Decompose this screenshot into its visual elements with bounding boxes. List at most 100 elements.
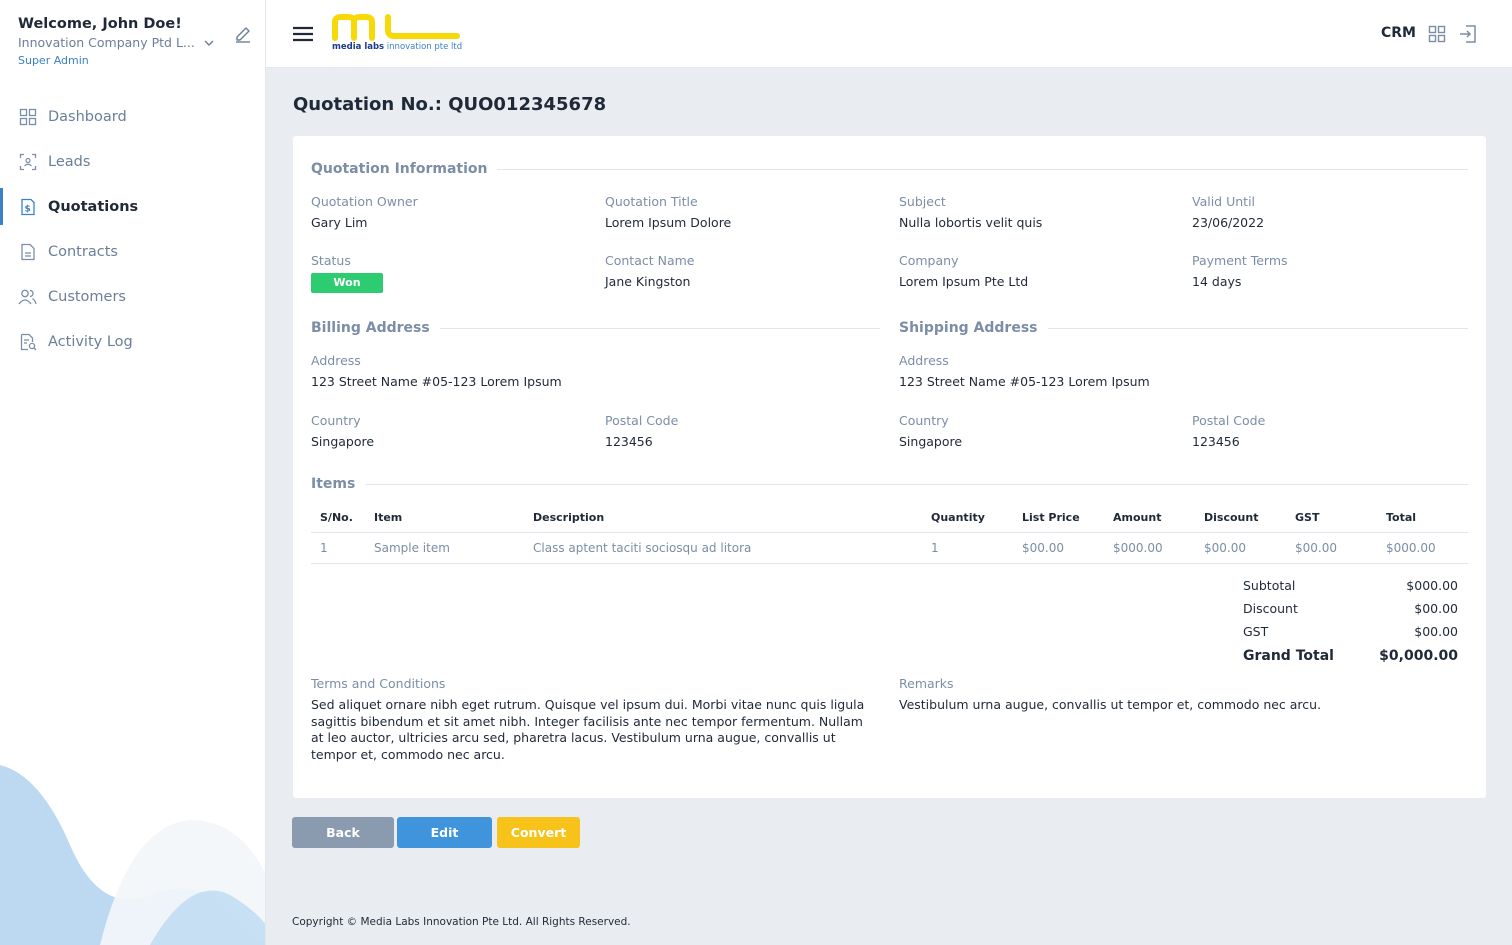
- back-button[interactable]: Back: [292, 817, 394, 848]
- customers-icon: [18, 287, 37, 306]
- field-value: Lorem Ipsum Dolore: [605, 215, 732, 230]
- sidebar-item-activity-log[interactable]: Activity Log: [0, 319, 265, 364]
- gst-label: GST: [1243, 624, 1269, 639]
- column-header: Discount: [1195, 504, 1286, 533]
- field-label: Valid Until: [1192, 194, 1256, 209]
- field-label: Address: [899, 353, 949, 368]
- company-name: Innovation Company Ptd L...: [18, 35, 195, 50]
- column-header: Total: [1377, 504, 1468, 533]
- cell-sno: 1: [311, 532, 365, 564]
- field-value: 123456: [1192, 434, 1240, 449]
- subtotal-label: Subtotal: [1243, 578, 1296, 593]
- terms-text: Sed aliquet ornare nibh eget rutrum. Qui…: [311, 697, 865, 762]
- field-label: Subject: [899, 194, 946, 209]
- remarks-text: Vestibulum urna augue, convallis ut temp…: [899, 697, 1322, 712]
- discount-row: Discount $00.00: [1243, 597, 1458, 620]
- grand-total-row: Grand Total $0,000.00: [1243, 644, 1458, 667]
- terms-and-conditions: Terms and Conditions Sed aliquet ornare …: [311, 676, 879, 763]
- field-label: Terms and Conditions: [311, 676, 446, 691]
- cell-discount: $00.00: [1195, 532, 1286, 564]
- cell-quantity: 1: [922, 532, 1013, 564]
- sidebar-item-dashboard[interactable]: Dashboard: [0, 94, 265, 139]
- field-billing-postal-code: Postal Code 123456: [605, 413, 678, 449]
- user-block: Welcome, John Doe! Innovation Company Pt…: [18, 16, 253, 67]
- field-payment-terms: Payment Terms 14 days: [1192, 253, 1288, 289]
- sidebar-item-label: Activity Log: [48, 333, 133, 350]
- field-label: Contact Name: [605, 253, 695, 268]
- sidebar-item-label: Customers: [48, 288, 126, 305]
- status-badge: Won: [311, 273, 383, 293]
- gst-value: $00.00: [1414, 624, 1458, 639]
- section-items: Items: [311, 476, 1468, 492]
- quotations-icon: $: [18, 197, 37, 216]
- section-shipping-address: Shipping Address: [899, 320, 1468, 336]
- field-shipping-address: Address 123 Street Name #05-123 Lorem Ip…: [899, 353, 1150, 389]
- logo-text: media labs innovation pte ltd: [332, 42, 462, 52]
- field-shipping-country: Country Singapore: [899, 413, 962, 449]
- activity-log-icon: [18, 332, 37, 351]
- logo-mark: [332, 14, 460, 41]
- quotation-detail-card: Quotation Information Quotation Owner Ga…: [293, 136, 1486, 798]
- field-label: Payment Terms: [1192, 253, 1288, 268]
- section-title-text: Quotation Information: [311, 161, 488, 177]
- sidebar-item-customers[interactable]: Customers: [0, 274, 265, 319]
- crm-label[interactable]: CRM: [1381, 25, 1416, 41]
- field-label: Country: [311, 413, 361, 428]
- column-header: GST: [1286, 504, 1377, 533]
- convert-button[interactable]: Convert: [497, 817, 580, 848]
- page-title: Quotation No.: QUO012345678: [293, 94, 607, 115]
- cell-list-price: $00.00: [1013, 532, 1104, 564]
- company-switcher[interactable]: Innovation Company Ptd L...: [18, 35, 253, 50]
- subtotal-value: $000.00: [1406, 578, 1458, 593]
- brand-logo[interactable]: media labs innovation pte ltd: [332, 14, 462, 56]
- field-billing-country: Country Singapore: [311, 413, 374, 449]
- gst-row: GST $00.00: [1243, 620, 1458, 643]
- sidebar-item-quotations[interactable]: $ Quotations: [0, 184, 265, 229]
- field-value: Singapore: [311, 434, 375, 449]
- field-value: 123 Street Name #05-123 Lorem Ipsum: [311, 374, 562, 389]
- column-header: Quantity: [922, 504, 1013, 533]
- grand-total-value: $0,000.00: [1379, 647, 1458, 664]
- welcome-text: Welcome, John Doe!: [18, 16, 182, 32]
- sidebar-item-label: Quotations: [48, 198, 139, 215]
- apps-grid-icon[interactable]: [1428, 25, 1446, 43]
- leads-icon: [18, 152, 37, 171]
- field-label: Quotation Owner: [311, 194, 418, 209]
- sidebar-item-contracts[interactable]: Contracts: [0, 229, 265, 274]
- field-value: 14 days: [1192, 274, 1242, 289]
- field-label: Address: [311, 353, 361, 368]
- hamburger-menu-icon[interactable]: [292, 24, 314, 44]
- decorative-wave: [0, 765, 265, 945]
- sidebar: Welcome, John Doe! Innovation Company Pt…: [0, 0, 266, 945]
- field-label: Postal Code: [605, 413, 679, 428]
- cell-gst: $00.00: [1286, 532, 1377, 564]
- items-table: S/No. Item Description Quantity List Pri…: [311, 504, 1468, 564]
- field-status: Status Won: [311, 253, 383, 293]
- field-value: Singapore: [899, 434, 963, 449]
- chevron-down-icon: [204, 40, 214, 46]
- discount-label: Discount: [1243, 601, 1298, 616]
- user-role: Super Admin: [18, 54, 89, 67]
- remarks: Remarks Vestibulum urna augue, convallis…: [899, 676, 1467, 714]
- field-label: Remarks: [899, 676, 954, 691]
- field-label: Postal Code: [1192, 413, 1266, 428]
- field-quotation-title: Quotation Title Lorem Ipsum Dolore: [605, 194, 731, 230]
- column-header: Amount: [1104, 504, 1195, 533]
- sidebar-item-label: Leads: [48, 153, 91, 170]
- field-value: 23/06/2022: [1192, 215, 1265, 230]
- svg-text:$: $: [24, 204, 30, 214]
- edit-button[interactable]: Edit: [397, 817, 492, 848]
- field-value: 123 Street Name #05-123 Lorem Ipsum: [899, 374, 1150, 389]
- edit-profile-icon[interactable]: [233, 24, 253, 44]
- section-quotation-information: Quotation Information: [311, 161, 1468, 177]
- column-header: Item: [365, 504, 524, 533]
- field-value: 123456: [605, 434, 653, 449]
- logo-text-bold: media labs: [332, 42, 385, 52]
- sidebar-item-leads[interactable]: Leads: [0, 139, 265, 184]
- subtotal-row: Subtotal $000.00: [1243, 574, 1458, 597]
- field-valid-until: Valid Until 23/06/2022: [1192, 194, 1264, 230]
- column-header: S/No.: [311, 504, 365, 533]
- field-value: Gary Lim: [311, 215, 368, 230]
- logout-icon[interactable]: [1458, 24, 1478, 44]
- section-title-text: Items: [311, 476, 356, 492]
